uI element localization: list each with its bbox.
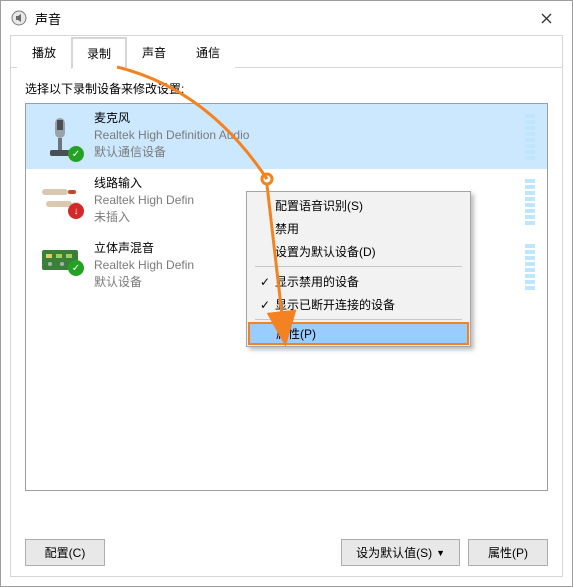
line-in-icon: ↓ [34,175,86,219]
menu-label: 禁用 [275,220,460,237]
device-driver: Realtek High Definition Audio [94,127,525,144]
check-icon: ✓ [255,275,275,289]
menu-show-disconnected[interactable]: ✓ 显示已断开连接的设备 [249,293,468,316]
check-badge-icon: ✓ [68,260,84,276]
menu-show-disabled[interactable]: ✓ 显示禁用的设备 [249,270,468,293]
stereo-mix-icon: ✓ [34,240,86,276]
device-name: 线路输入 [94,175,525,192]
menu-label: 显示已断开连接的设备 [275,296,460,313]
level-meter [525,114,535,162]
menu-label: 设置为默认设备(D) [275,243,460,260]
device-text: 麦克风 Realtek High Definition Audio 默认通信设备 [86,110,525,161]
close-icon [541,13,552,24]
device-microphone[interactable]: ✓ 麦克风 Realtek High Definition Audio 默认通信… [26,104,547,169]
tab-playback[interactable]: 播放 [17,37,71,69]
menu-separator [255,319,462,320]
tab-strip: 播放 录制 声音 通信 [17,36,562,68]
menu-properties[interactable]: 属性(P) [248,322,469,345]
window-title: 声音 [35,9,526,28]
device-status: 默认通信设备 [94,144,525,161]
level-meter [525,244,535,292]
properties-button[interactable]: 属性(P) [468,539,548,566]
down-badge-icon: ↓ [68,203,84,219]
button-label: 属性(P) [488,544,528,561]
sound-dialog: 声音 播放 录制 声音 通信 选择以下录制设备来修改设置: [0,0,573,587]
tab-sounds[interactable]: 声音 [127,37,181,69]
level-meter [525,179,535,227]
menu-label: 属性(P) [276,325,459,342]
device-context-menu: 配置语音识别(S) 禁用 设置为默认设备(D) ✓ 显示禁用的设备 ✓ 显示已断… [246,191,471,347]
menu-set-default[interactable]: 设置为默认设备(D) [249,240,468,263]
button-label: 配置(C) [45,544,86,561]
tab-communications[interactable]: 通信 [181,37,235,69]
menu-separator [255,266,462,267]
close-button[interactable] [526,4,566,32]
sound-icon [11,10,27,26]
dialog-button-row: 配置(C) 设为默认值(S) ▼ 属性(P) [11,539,562,566]
check-icon: ✓ [255,298,275,312]
check-badge-icon: ✓ [68,146,84,162]
tab-recording[interactable]: 录制 [71,37,127,69]
menu-label: 配置语音识别(S) [275,197,460,214]
menu-label: 显示禁用的设备 [275,273,460,290]
set-default-button[interactable]: 设为默认值(S) ▼ [341,539,460,566]
menu-configure-speech[interactable]: 配置语音识别(S) [249,194,468,217]
microphone-icon: ✓ [34,110,86,162]
titlebar: 声音 [1,1,572,35]
configure-button[interactable]: 配置(C) [25,539,105,566]
button-label: 设为默认值(S) [356,544,432,561]
chevron-down-icon: ▼ [436,548,445,558]
menu-disable[interactable]: 禁用 [249,217,468,240]
instruction-label: 选择以下录制设备来修改设置: [25,80,548,97]
device-name: 麦克风 [94,110,525,127]
